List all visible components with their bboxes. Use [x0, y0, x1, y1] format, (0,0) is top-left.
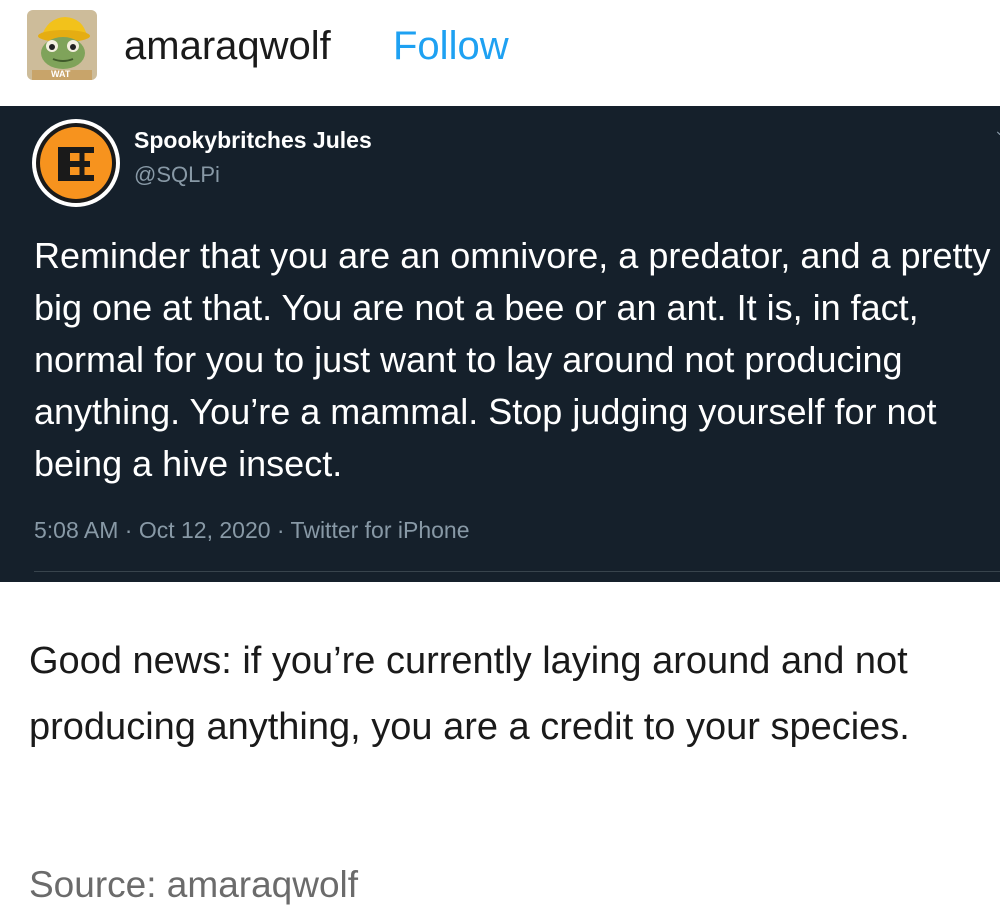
avatar-badge: WAT — [51, 69, 71, 79]
reply-text: Good news: if you’re currently laying ar… — [29, 640, 910, 748]
tweet-display-name[interactable]: Spookybritches Jules — [134, 126, 372, 154]
tweet-author-avatar[interactable] — [30, 117, 122, 209]
divider — [34, 571, 1000, 572]
embedded-tweet: Spookybritches Jules @SQLPi ⌄ Reminder t… — [0, 106, 1000, 582]
author-username[interactable]: amaraqwolf — [124, 22, 331, 70]
tweet-text: Reminder that you are an omnivore, a pre… — [34, 235, 991, 484]
tweet-timestamp[interactable]: 5:08 AM · Oct 12, 2020 · Twitter for iPh… — [34, 515, 470, 545]
author-avatar[interactable]: WAT — [27, 10, 97, 80]
post-header: WAT amaraqwolf Follow — [0, 0, 1000, 104]
tweet-handle[interactable]: @SQLPi — [134, 161, 220, 189]
source-link[interactable]: Source: amaraqwolf — [29, 862, 358, 908]
chevron-down-icon[interactable]: ⌄ — [994, 122, 1000, 138]
orange-circle-logo-icon — [32, 119, 120, 207]
follow-button[interactable]: Follow — [393, 22, 509, 70]
